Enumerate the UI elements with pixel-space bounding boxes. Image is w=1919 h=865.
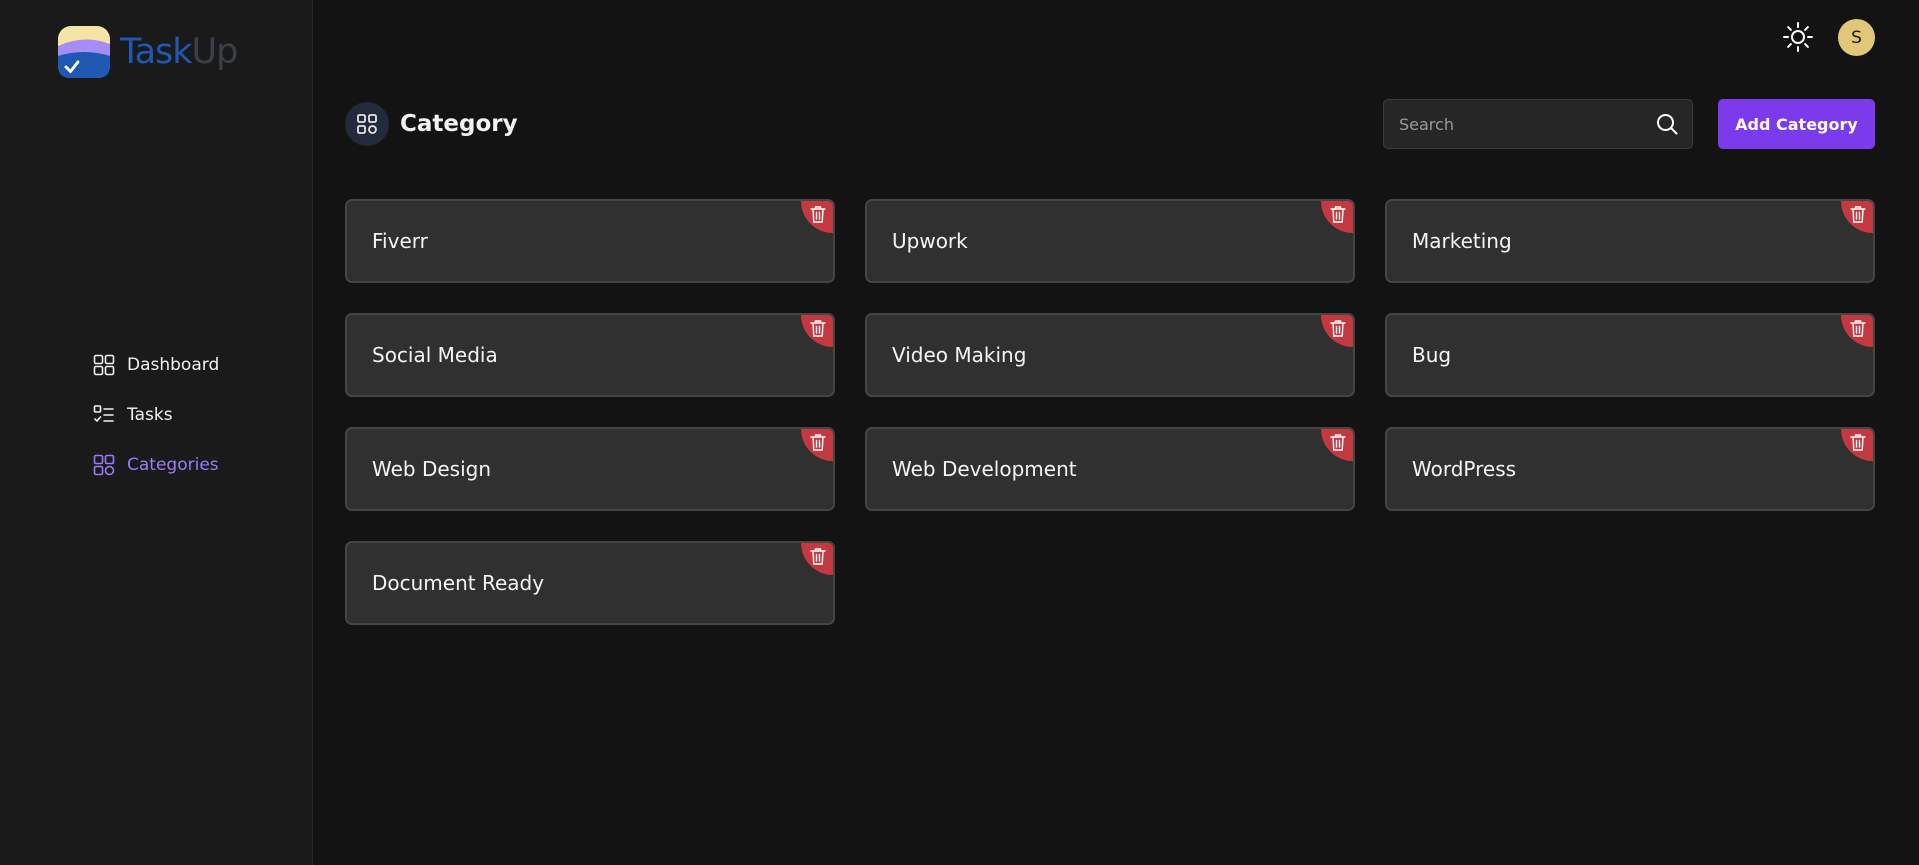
sidebar-item-dashboard[interactable]: Dashboard	[92, 352, 219, 378]
delete-category-button[interactable]	[801, 201, 833, 233]
trash-icon	[810, 434, 826, 451]
sidebar-item-categories[interactable]: Categories	[92, 452, 219, 478]
brand-name-part1: Task	[120, 32, 193, 72]
delete-category-button[interactable]	[1321, 315, 1353, 347]
category-card[interactable]: Web Development	[865, 427, 1355, 511]
search-input[interactable]	[1399, 114, 1654, 134]
category-title-icon	[345, 102, 389, 146]
brand-logo[interactable]: TaskUp	[56, 24, 239, 80]
category-name: Document Ready	[372, 571, 545, 595]
category-name: Social Media	[372, 343, 498, 367]
category-card[interactable]: Marketing	[1385, 199, 1875, 283]
category-card[interactable]: Video Making	[865, 313, 1355, 397]
category-name: Bug	[1412, 343, 1452, 367]
sidebar-item-label: Tasks	[127, 405, 173, 425]
sidebar-nav: Dashboard Tasks Categories	[92, 352, 219, 502]
category-card[interactable]: Document Ready	[345, 541, 835, 625]
add-category-button[interactable]: Add Category	[1718, 99, 1875, 149]
brand-name-part2: Up	[191, 32, 239, 72]
category-name: Upwork	[892, 229, 968, 253]
category-name: Web Development	[892, 457, 1077, 481]
dashboard-grid-icon	[93, 354, 115, 376]
trash-icon	[1330, 320, 1346, 337]
sidebar: TaskUp Dashboard Tasks Categories	[0, 0, 313, 865]
page-header: Category	[345, 102, 518, 146]
trash-icon	[1330, 206, 1346, 223]
delete-category-button[interactable]	[1321, 201, 1353, 233]
category-card[interactable]: Bug	[1385, 313, 1875, 397]
category-card[interactable]: WordPress	[1385, 427, 1875, 511]
trash-icon	[1330, 434, 1346, 451]
avatar[interactable]: S	[1838, 19, 1875, 56]
delete-category-button[interactable]	[801, 429, 833, 461]
search-icon[interactable]	[1654, 111, 1680, 137]
trash-icon	[1850, 206, 1866, 223]
brand-name: TaskUp	[120, 32, 239, 72]
trash-icon	[810, 206, 826, 223]
category-name: Fiverr	[372, 229, 428, 253]
delete-category-button[interactable]	[1841, 429, 1873, 461]
trash-icon	[810, 320, 826, 337]
trash-icon	[1850, 320, 1866, 337]
app: TaskUp Dashboard Tasks Categories S Cate…	[0, 0, 1919, 865]
sidebar-item-label: Dashboard	[127, 355, 220, 375]
trash-icon	[810, 548, 826, 565]
categories-grid-icon	[93, 454, 115, 476]
sun-icon	[1783, 22, 1813, 52]
delete-category-button[interactable]	[1841, 315, 1873, 347]
trash-icon	[1850, 434, 1866, 451]
category-name: Web Design	[372, 457, 492, 481]
page-title: Category	[400, 111, 518, 137]
delete-category-button[interactable]	[1841, 201, 1873, 233]
category-card[interactable]: Upwork	[865, 199, 1355, 283]
task-list-icon	[93, 405, 114, 423]
category-card[interactable]: Web Design	[345, 427, 835, 511]
delete-category-button[interactable]	[801, 315, 833, 347]
theme-toggle-button[interactable]	[1781, 20, 1815, 54]
category-card[interactable]: Social Media	[345, 313, 835, 397]
category-name: Marketing	[1412, 229, 1512, 253]
delete-category-button[interactable]	[801, 543, 833, 575]
taskup-logo-icon	[58, 26, 110, 78]
sidebar-item-label: Categories	[127, 455, 219, 475]
delete-category-button[interactable]	[1321, 429, 1353, 461]
search-box	[1383, 99, 1693, 149]
category-card[interactable]: Fiverr	[345, 199, 835, 283]
category-name: Video Making	[892, 343, 1027, 367]
category-name: WordPress	[1412, 457, 1517, 481]
sidebar-item-tasks[interactable]: Tasks	[92, 402, 219, 428]
